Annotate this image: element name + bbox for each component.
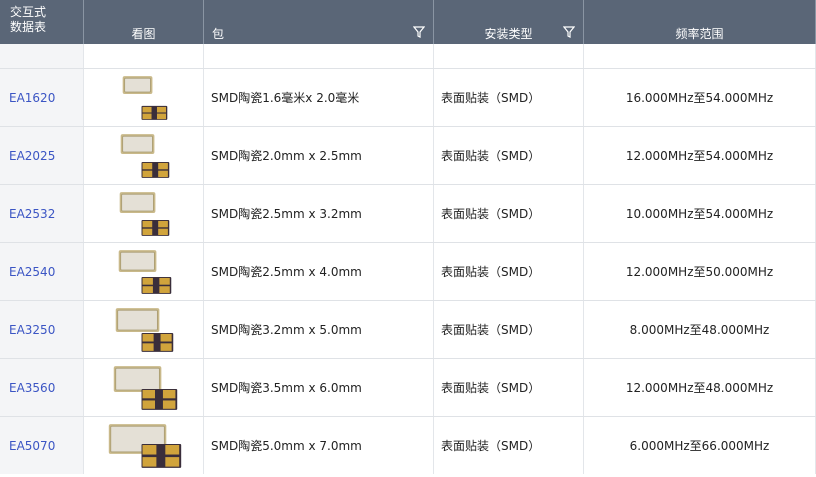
mount-type-cell: 表面贴装（SMD）	[434, 127, 584, 184]
part-number-cell: EA1620	[0, 69, 84, 126]
mount-type-text: 表面贴装（SMD）	[441, 91, 541, 105]
frequency-cell: 6.000MHz至66.000MHz	[584, 417, 816, 474]
package-cell: SMD陶瓷1.6毫米x 2.0毫米	[204, 69, 434, 126]
part-number-link[interactable]: EA3560	[9, 381, 55, 395]
frequency-cell: 16.000MHz至54.000MHz	[584, 69, 816, 126]
part-number-link[interactable]: EA3250	[9, 323, 55, 337]
table-row[interactable]: EA3560 SMD陶瓷3.5mm x 6.0mm 表面贴装（SMD） 12.000M…	[0, 358, 816, 416]
package-cell: SMD陶瓷2.5mm x 4.0mm	[204, 243, 434, 300]
product-image-cell	[84, 185, 204, 242]
mount-type-text: 表面贴装（SMD）	[441, 323, 541, 337]
filter-icon[interactable]	[413, 26, 425, 38]
mount-type-text: 表面贴装（SMD）	[441, 207, 541, 221]
package-cell: SMD陶瓷2.0mm x 2.5mm	[204, 127, 434, 184]
crystal-package-image[interactable]	[84, 186, 203, 242]
part-number-cell: EA3560	[0, 359, 84, 416]
table-row[interactable]: EA3250 SMD陶瓷3.2mm x 5.0mm 表面贴装（SMD） 8.000MH…	[0, 300, 816, 358]
product-image-cell	[84, 127, 204, 184]
crystal-package-image[interactable]	[84, 418, 203, 474]
header-package[interactable]: 包	[204, 0, 434, 44]
header-mount-type[interactable]: 安装类型	[434, 0, 584, 44]
mount-type-cell: 表面贴装（SMD）	[434, 417, 584, 474]
header-frequency-label: 频率范围	[675, 27, 724, 41]
frequency-text: 12.000MHz至54.000MHz	[625, 149, 774, 163]
crystal-package-image[interactable]	[84, 70, 203, 126]
mount-type-text: 表面贴装（SMD）	[441, 265, 541, 279]
mount-type-text: 表面贴装（SMD）	[441, 149, 541, 163]
package-text: SMD陶瓷2.5mm x 4.0mm	[211, 265, 362, 279]
table-row[interactable]: EA2532 SMD陶瓷2.5mm x 3.2mm 表面贴装（SMD） 10.000M…	[0, 184, 816, 242]
frequency-text: 10.000MHz至54.000MHz	[625, 207, 774, 221]
header-datasheet-label: 交互式 数据表	[10, 5, 47, 34]
package-text: SMD陶瓷5.0mm x 7.0mm	[211, 439, 362, 453]
package-cell: SMD陶瓷2.5mm x 3.2mm	[204, 185, 434, 242]
part-number-cell: EA3250	[0, 301, 84, 358]
header-image-label: 看图	[131, 27, 156, 41]
part-number-link[interactable]: EA2532	[9, 207, 55, 221]
header-package-label: 包	[212, 27, 225, 41]
mount-type-cell: 表面贴装（SMD）	[434, 185, 584, 242]
product-table: 交互式 数据表 看图 包 安装类型 频率范围 EA1620 SMD陶瓷1.6毫米x…	[0, 0, 816, 474]
package-text: SMD陶瓷1.6毫米x 2.0毫米	[211, 91, 360, 105]
product-image-cell	[84, 417, 204, 474]
frequency-text: 16.000MHz至54.000MHz	[625, 91, 774, 105]
crystal-package-image[interactable]	[84, 128, 203, 184]
mount-type-cell: 表面贴装（SMD）	[434, 243, 584, 300]
product-image-cell	[84, 301, 204, 358]
mount-type-cell: 表面贴装（SMD）	[434, 69, 584, 126]
package-text: SMD陶瓷3.5mm x 6.0mm	[211, 381, 362, 395]
table-row[interactable]: EA2025 SMD陶瓷2.0mm x 2.5mm 表面贴装（SMD） 12.000M…	[0, 126, 816, 184]
part-number-link[interactable]: EA5070	[9, 439, 55, 453]
header-image[interactable]: 看图	[84, 0, 204, 44]
package-cell: SMD陶瓷3.2mm x 5.0mm	[204, 301, 434, 358]
part-number-link[interactable]: EA2025	[9, 149, 55, 163]
frequency-text: 6.000MHz至66.000MHz	[629, 439, 770, 453]
mount-type-text: 表面贴装（SMD）	[441, 381, 541, 395]
part-number-cell: EA2532	[0, 185, 84, 242]
frequency-cell: 10.000MHz至54.000MHz	[584, 185, 816, 242]
crystal-package-image[interactable]	[84, 244, 203, 300]
mount-type-cell: 表面贴装（SMD）	[434, 359, 584, 416]
frequency-cell: 12.000MHz至48.000MHz	[584, 359, 816, 416]
frequency-text: 12.000MHz至50.000MHz	[625, 265, 774, 279]
part-number-cell: EA2540	[0, 243, 84, 300]
frequency-cell: 8.000MHz至48.000MHz	[584, 301, 816, 358]
header-frequency[interactable]: 频率范围	[584, 0, 816, 44]
product-image-cell	[84, 243, 204, 300]
table-row[interactable]: EA5070 SMD陶瓷5.0mm x 7.0mm 表面贴装（SMD） 6.000MH…	[0, 416, 816, 474]
table-row[interactable]: EA2540 SMD陶瓷2.5mm x 4.0mm 表面贴装（SMD） 12.000M…	[0, 242, 816, 300]
part-number-link[interactable]: EA1620	[9, 91, 55, 105]
package-cell: SMD陶瓷5.0mm x 7.0mm	[204, 417, 434, 474]
table-body: EA1620 SMD陶瓷1.6毫米x 2.0毫米 表面贴装（SMD） 16.000MH…	[0, 68, 816, 474]
package-text: SMD陶瓷2.5mm x 3.2mm	[211, 207, 362, 221]
mount-type-cell: 表面贴装（SMD）	[434, 301, 584, 358]
header-datasheet[interactable]: 交互式 数据表	[0, 0, 84, 44]
mount-type-text: 表面贴装（SMD）	[441, 439, 541, 453]
frequency-cell: 12.000MHz至54.000MHz	[584, 127, 816, 184]
table-row[interactable]: EA1620 SMD陶瓷1.6毫米x 2.0毫米 表面贴装（SMD） 16.000MH…	[0, 68, 816, 126]
product-image-cell	[84, 359, 204, 416]
frequency-text: 12.000MHz至48.000MHz	[625, 381, 774, 395]
package-cell: SMD陶瓷3.5mm x 6.0mm	[204, 359, 434, 416]
package-text: SMD陶瓷3.2mm x 5.0mm	[211, 323, 362, 337]
package-text: SMD陶瓷2.0mm x 2.5mm	[211, 149, 362, 163]
frequency-cell: 12.000MHz至50.000MHz	[584, 243, 816, 300]
table-spacer-row	[0, 44, 816, 68]
product-image-cell	[84, 69, 204, 126]
part-number-cell: EA2025	[0, 127, 84, 184]
frequency-text: 8.000MHz至48.000MHz	[629, 323, 770, 337]
filter-icon[interactable]	[563, 26, 575, 38]
table-header: 交互式 数据表 看图 包 安装类型 频率范围	[0, 0, 816, 44]
header-mount-type-label: 安装类型	[484, 27, 533, 41]
part-number-cell: EA5070	[0, 417, 84, 474]
crystal-package-image[interactable]	[84, 302, 203, 358]
crystal-package-image[interactable]	[84, 360, 203, 416]
part-number-link[interactable]: EA2540	[9, 265, 55, 279]
